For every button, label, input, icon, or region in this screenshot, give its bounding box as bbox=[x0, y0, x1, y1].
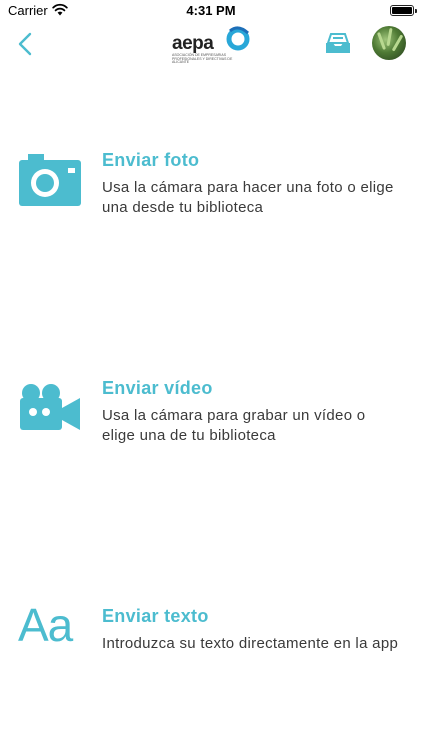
back-button[interactable] bbox=[14, 30, 40, 58]
camera-icon bbox=[19, 154, 81, 206]
send-text-option[interactable]: Aa Enviar texto Introduzca su texto dire… bbox=[0, 599, 422, 696]
inbox-tray-icon bbox=[326, 33, 350, 53]
logo-text: aepa bbox=[172, 33, 214, 54]
video-camera-icon bbox=[20, 384, 80, 430]
send-video-title: Enviar vídeo bbox=[102, 378, 213, 398]
aepa-logo: aepa ASOCIACIÓN DE EMPRESARIAS PROFESION… bbox=[172, 24, 254, 64]
text-aa-glyph: Aa bbox=[18, 599, 73, 651]
inbox-button[interactable] bbox=[324, 32, 352, 56]
text-aa-icon: Aa bbox=[18, 599, 84, 662]
send-text-title: Enviar texto bbox=[102, 606, 209, 626]
send-photo-option[interactable]: Enviar foto Usa la cámara para hacer una… bbox=[0, 150, 422, 240]
battery-icon bbox=[390, 5, 417, 16]
user-avatar[interactable] bbox=[372, 26, 406, 60]
status-time: 4:31 PM bbox=[186, 3, 236, 18]
send-video-description: Usa la cámara para grabar un vídeo o eli… bbox=[102, 407, 366, 444]
send-photo-title: Enviar foto bbox=[102, 150, 200, 170]
status-bar: Carrier 4:31 PM bbox=[0, 0, 422, 22]
logo-ring-icon bbox=[226, 26, 250, 51]
nav-bar: aepa ASOCIACIÓN DE EMPRESARIAS PROFESION… bbox=[0, 22, 422, 66]
send-text-description: Introduzca su texto directamente en la a… bbox=[102, 635, 399, 652]
chevron-left-icon bbox=[18, 32, 32, 56]
send-photo-description: Usa la cámara para hacer una foto o elig… bbox=[102, 179, 394, 216]
logo-tagline: ASOCIACIÓN DE EMPRESARIAS PROFESIONALES … bbox=[172, 53, 233, 64]
send-video-option[interactable]: Enviar vídeo Usa la cámara para grabar u… bbox=[0, 378, 422, 468]
